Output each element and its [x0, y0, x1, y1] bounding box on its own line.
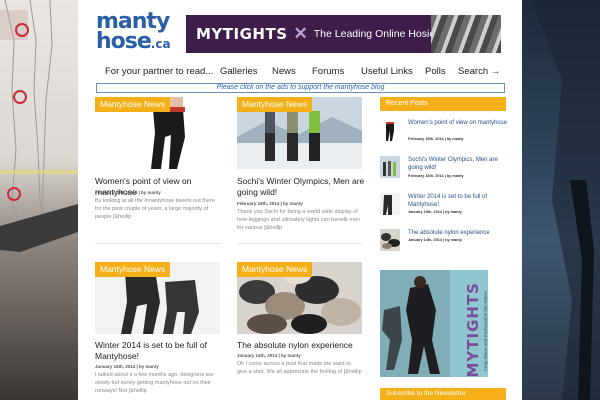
page-content: manty hose.ca MYTIGHTS ✕ The Leading Onl… [78, 0, 522, 400]
nav-item-useful-links[interactable]: Useful Links [361, 66, 413, 77]
background-right-photo [522, 0, 600, 400]
recent-post-thumbnail[interactable] [380, 119, 400, 141]
divider [237, 243, 362, 244]
post-card: Mantyhose News Women's point of view on … [95, 97, 220, 247]
recent-post-thumbnail[interactable] [380, 156, 400, 178]
ad-brand: MYTIGHTS [464, 282, 482, 377]
support-notice: Please click on the ads to support the m… [96, 83, 505, 93]
background-left-illustration [0, 0, 78, 400]
model-photo-image [532, 0, 600, 400]
post-card: Mantyhose News Winter 2014 is set to be … [95, 262, 220, 400]
recent-post-meta: February 19th, 2014 | by manty [408, 137, 464, 141]
recent-posts-heading: Recent Posts [380, 97, 506, 111]
newsletter-heading[interactable]: Subscribe to the Newsletter [380, 388, 506, 400]
recent-post-meta: January 14th, 2014 | by manty [408, 238, 462, 242]
post-meta: February 19th, 2014 | by manty [95, 190, 161, 195]
sidebar-ad[interactable]: MYTIGHTS Keep Warm and Fashionable this … [380, 270, 488, 377]
category-tag[interactable]: Mantyhose News [237, 97, 313, 112]
thumb-image [380, 193, 400, 215]
category-tag[interactable]: Mantyhose News [237, 262, 313, 277]
post-excerpt: By looking at all the #mantyhose tweets … [95, 198, 215, 220]
banner-brand: MYTIGHTS [196, 25, 288, 43]
post-meta: February 16th, 2014 | by manty [237, 201, 303, 206]
recent-post-thumbnail[interactable] [380, 229, 400, 251]
logo-hose: hose [96, 29, 152, 54]
x-mark-icon: ✕ [293, 24, 308, 43]
nav-search-link[interactable]: Search → [458, 66, 500, 77]
logo-text-hose: hose.ca [96, 31, 171, 55]
site-logo[interactable]: manty hose.ca [96, 11, 186, 55]
recent-post-item[interactable]: Winter 2014 is set to be full of Mantyho… [380, 193, 506, 217]
recent-post-title[interactable]: Winter 2014 is set to be full of Mantyho… [408, 193, 508, 209]
recent-post-thumbnail[interactable] [380, 193, 400, 215]
post-card: Mantyhose News The absolute nylon experi… [237, 262, 362, 400]
thumb-image [380, 156, 400, 178]
divider [95, 243, 220, 244]
post-title[interactable]: Sochi's Winter Olympics, Men are going w… [237, 176, 365, 198]
post-meta: January 15th, 2014 | by manty [95, 364, 159, 369]
recent-post-item[interactable]: The absolute nylon experience January 14… [380, 229, 506, 253]
header-banner-ad[interactable]: MYTIGHTS ✕ The Leading Online Hosiery St… [186, 15, 501, 53]
logo-tld: .ca [150, 37, 171, 51]
recent-post-title[interactable]: Sochi's Winter Olympics, Men are going w… [408, 156, 508, 172]
nav-item-news[interactable]: News [272, 66, 296, 77]
post-excerpt: Ok I come across a post that made me wan… [237, 361, 362, 375]
recent-post-meta: January 15th, 2014 | by manty [408, 210, 462, 214]
post-title[interactable]: Winter 2014 is set to be full of Mantyho… [95, 340, 223, 362]
nav-item-galleries[interactable]: Galleries [220, 66, 258, 77]
recent-post-item[interactable]: Sochi's Winter Olympics, Men are going w… [380, 156, 506, 180]
banner-legs-image [431, 15, 501, 53]
ad-tagline: Keep Warm and Fashionable this Winter [483, 290, 488, 371]
nav-item-partner[interactable]: For your partner to read... [105, 66, 213, 77]
nav-item-forums[interactable]: Forums [312, 66, 344, 77]
nav-item-polls[interactable]: Polls [425, 66, 446, 77]
recent-post-item[interactable]: Women's point of view on mantyhose Febru… [380, 119, 508, 143]
thumb-image [380, 229, 400, 251]
recent-post-meta: February 16th, 2014 | by manty [408, 174, 464, 178]
post-meta: January 14th, 2014 | by manty [237, 353, 301, 358]
leg-diagram-image [0, 0, 78, 252]
post-excerpt: I talked about it a few months ago, desi… [95, 372, 214, 394]
thumb-image [380, 119, 400, 141]
post-excerpt: Thank you Sochi for being a world wide d… [237, 209, 360, 231]
recent-post-title[interactable]: Women's point of view on mantyhose [408, 119, 508, 127]
main-navigation: For your partner to read... Galleries Ne… [92, 64, 508, 82]
category-tag[interactable]: Mantyhose News [95, 97, 171, 112]
category-tag[interactable]: Mantyhose News [95, 262, 171, 277]
post-title[interactable]: The absolute nylon experience [237, 340, 365, 351]
post-card: Mantyhose News Sochi's Winter Olympics, … [237, 97, 365, 247]
recent-post-title[interactable]: The absolute nylon experience [408, 229, 508, 237]
